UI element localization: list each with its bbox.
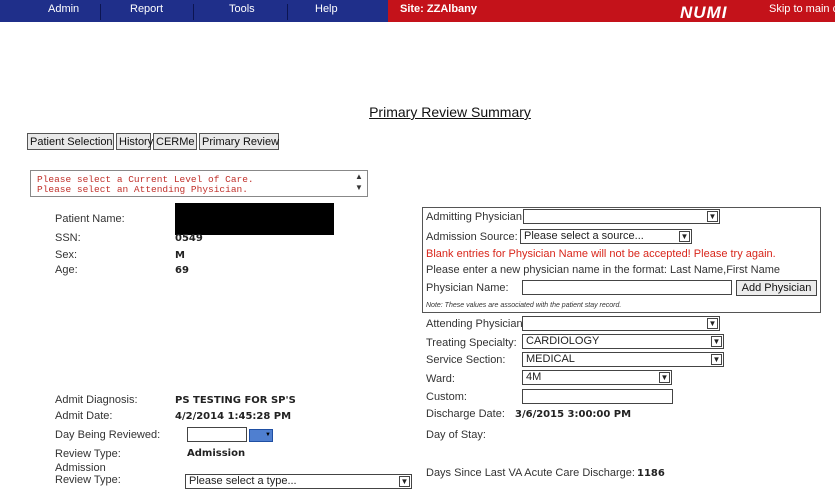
ssn-label: SSN: — [55, 232, 81, 244]
nav-divider — [287, 4, 288, 20]
patient-name-label: Patient Name: — [55, 213, 125, 225]
chevron-down-icon: ▼ — [707, 318, 718, 329]
admit-date-value: 4/2/2014 1:45:28 PM — [175, 411, 292, 422]
add-physician-button[interactable]: Add Physician — [736, 280, 817, 296]
review-type-label: Review Type: — [55, 448, 121, 460]
physician-note: Note: These values are associated with t… — [426, 302, 622, 309]
tab-history[interactable]: History — [116, 133, 153, 150]
chevron-down-icon: ▼ — [679, 231, 690, 242]
validation-message-box[interactable]: Please select a Current Level of Care. P… — [30, 170, 368, 197]
chevron-down-icon: ▼ — [711, 336, 722, 347]
tab-cerme[interactable]: CERMe — [153, 133, 197, 150]
sex-label: Sex: — [55, 249, 78, 261]
days-since-discharge-value: 1186 — [637, 468, 665, 479]
discharge-date-label: Discharge Date: — [426, 408, 505, 420]
age-value: 69 — [175, 265, 189, 276]
admit-diagnosis-label: Admit Diagnosis: — [55, 394, 138, 406]
page-title: Primary Review Summary — [369, 104, 531, 120]
treating-specialty-select[interactable]: CARDIOLOGY ▼ — [522, 334, 724, 349]
physician-name-input[interactable] — [522, 280, 732, 295]
redacted-patient-name — [175, 203, 334, 235]
admitting-physician-select[interactable]: ▼ — [523, 209, 720, 224]
nav-admin[interactable]: Admin — [48, 3, 79, 15]
day-reviewed-input[interactable] — [187, 427, 247, 442]
admit-diagnosis-value: PS TESTING FOR SP'S — [175, 395, 296, 406]
discharge-date-value: 3/6/2015 3:00:00 PM — [515, 409, 632, 420]
validation-message: Please select an Attending Physician. — [37, 184, 248, 195]
tab-primary-review[interactable]: Primary Review — [199, 133, 279, 150]
ssn-value: 0549 — [175, 233, 203, 244]
chevron-down-icon: ▼ — [659, 372, 670, 383]
service-section-select[interactable]: MEDICAL ▼ — [522, 352, 724, 367]
nav-report[interactable]: Report — [130, 3, 163, 15]
chevron-down-icon: ▼ — [711, 354, 722, 365]
tab-patient-selection[interactable]: Patient Selection — [27, 133, 114, 150]
physician-name-label: Physician Name: — [426, 282, 509, 294]
day-reviewed-label: Day Being Reviewed: — [55, 429, 161, 441]
treating-specialty-label: Treating Specialty: — [426, 337, 517, 349]
attending-physician-select[interactable]: ▼ — [522, 316, 720, 331]
nav-help[interactable]: Help — [315, 3, 338, 15]
physician-warning: Blank entries for Physician Name will no… — [426, 248, 776, 260]
ward-label: Ward: — [426, 373, 455, 385]
chevron-down-icon: ▼ — [707, 211, 718, 222]
calendar-icon[interactable]: ▼ — [249, 429, 273, 442]
day-of-stay-label: Day of Stay: — [426, 429, 486, 441]
custom-input[interactable] — [522, 389, 673, 404]
chevron-down-icon: ▼ — [399, 476, 410, 487]
admission-review-type-label: Review Type: — [55, 474, 121, 486]
admission-source-select[interactable]: Please select a source... ▼ — [520, 229, 692, 244]
admit-date-label: Admit Date: — [55, 410, 113, 422]
physician-instruction: Please enter a new physician name in the… — [426, 264, 780, 276]
service-section-label: Service Section: — [426, 354, 506, 366]
skip-to-main-link[interactable]: Skip to main c — [769, 3, 835, 15]
attending-physician-label: Attending Physician: — [426, 318, 526, 330]
custom-label: Custom: — [426, 391, 467, 403]
nav-divider — [100, 4, 101, 20]
nav-divider — [193, 4, 194, 20]
review-type-value: Admission — [187, 448, 246, 459]
scroll-down-icon[interactable]: ▼ — [355, 184, 363, 192]
message-scrollbar[interactable]: ▲ ▼ — [351, 171, 367, 196]
scroll-up-icon[interactable]: ▲ — [355, 173, 363, 181]
site-label: Site: ZZAlbany — [400, 3, 478, 15]
nav-tools[interactable]: Tools — [229, 3, 255, 15]
days-since-discharge-label: Days Since Last VA Acute Care Discharge: — [426, 467, 635, 479]
age-label: Age: — [55, 264, 78, 276]
admission-review-type-select[interactable]: Please select a type... ▼ — [185, 474, 412, 489]
admitting-physician-label: Admitting Physician: — [426, 211, 526, 223]
admission-source-label: Admission Source: — [426, 231, 518, 243]
ward-select[interactable]: 4M ▼ — [522, 370, 672, 385]
admission-review-type-label: Admission — [55, 462, 106, 474]
sex-value: M — [175, 250, 185, 261]
numi-logo: NUMI — [680, 3, 728, 22]
